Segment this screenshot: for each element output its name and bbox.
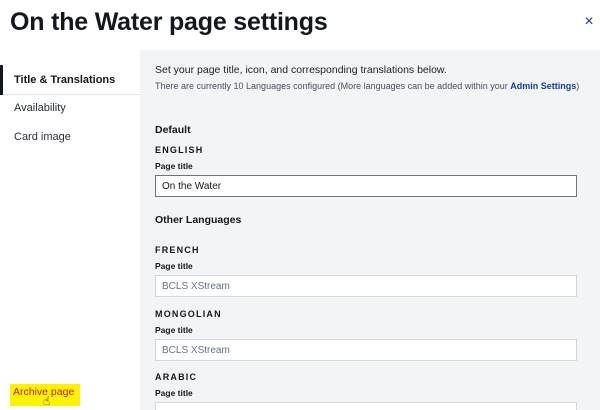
languages-note: There are currently 10 Languages configu… xyxy=(155,80,585,93)
sidebar-item-availability[interactable]: Availability xyxy=(0,93,140,123)
french-title-input[interactable] xyxy=(155,275,577,297)
hand-cursor-icon: ☝ xyxy=(43,394,51,408)
note-prefix: There are currently 10 Languages configu… xyxy=(155,81,511,91)
page-title: On the Water page settings xyxy=(10,8,328,36)
admin-settings-link[interactable]: Admin Settings xyxy=(510,81,576,91)
mongolian-title-input[interactable] xyxy=(155,339,577,361)
page-title-label: Page title xyxy=(155,161,193,171)
note-suffix: ) xyxy=(576,81,580,91)
settings-content: Set your page title, icon, and correspon… xyxy=(140,50,600,410)
other-languages-heading: Other Languages xyxy=(155,214,242,226)
sidebar-item-card-image[interactable]: Card image xyxy=(0,122,140,152)
sidebar-item-title-translations[interactable]: Title & Translations xyxy=(0,65,140,95)
dialog-header: On the Water page settings × xyxy=(0,0,600,50)
settings-sidebar: Title & Translations Availability Card i… xyxy=(0,50,140,410)
language-name-english: ENGLISH xyxy=(155,145,204,155)
page-title-label: Page title xyxy=(155,261,193,271)
language-name-arabic: ARABIC xyxy=(155,372,198,382)
default-heading: Default xyxy=(155,124,191,136)
page-title-label: Page title xyxy=(155,388,193,398)
intro-text: Set your page title, icon, and correspon… xyxy=(155,64,447,76)
page-title-label: Page title xyxy=(155,325,193,335)
english-title-input[interactable] xyxy=(155,175,577,197)
archive-page-link[interactable]: Archive page ☝ xyxy=(10,384,80,408)
language-name-french: FRENCH xyxy=(155,245,200,255)
close-icon[interactable]: × xyxy=(580,12,598,32)
language-name-mongolian: MONGOLIAN xyxy=(155,309,222,319)
arabic-title-input[interactable] xyxy=(155,402,577,410)
